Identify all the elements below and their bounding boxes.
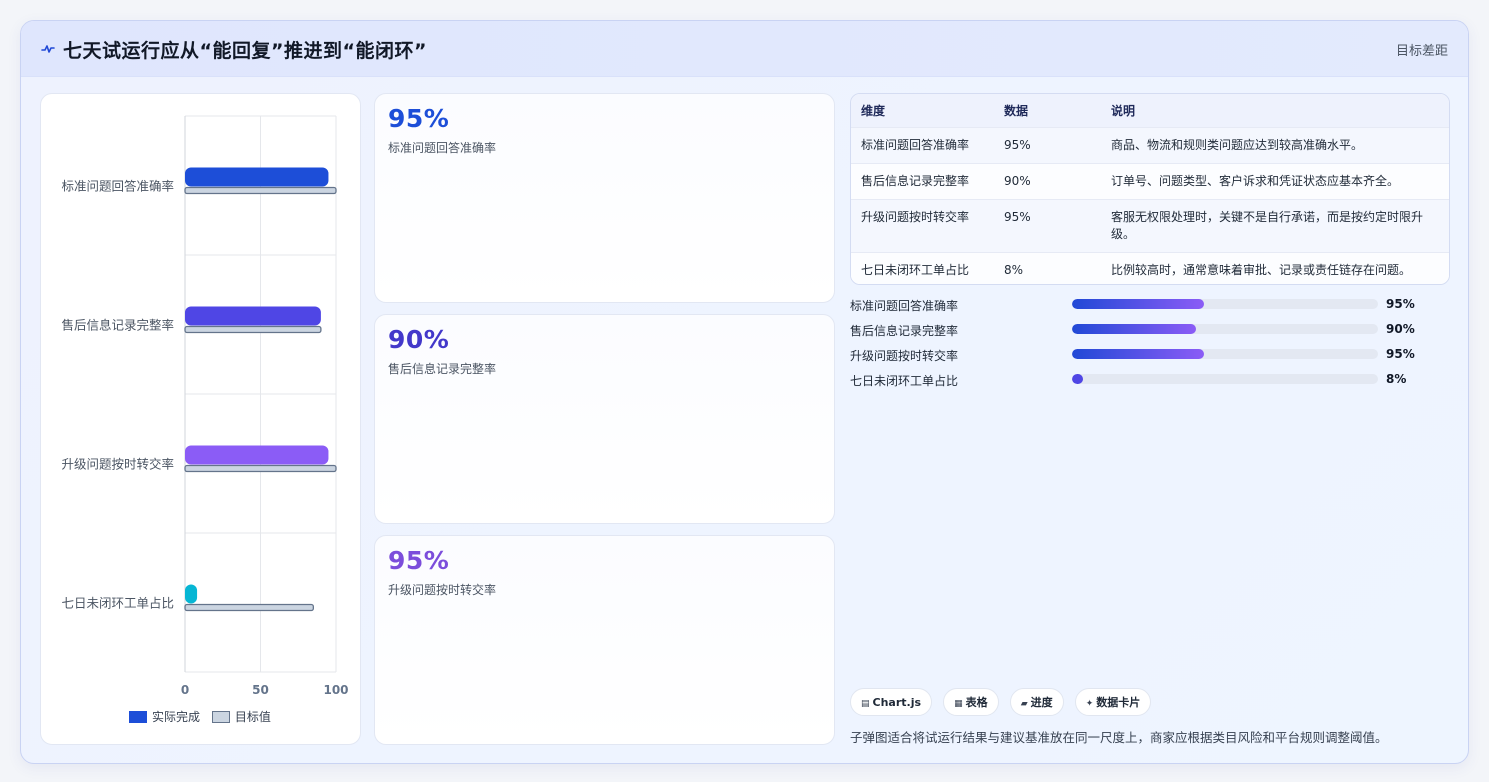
target-bar — [184, 603, 315, 612]
legend-target[interactable]: 目标值 — [211, 708, 271, 725]
tag-list: ▤ Chart.js ▦ 表格 ▰ 进度 ✦ 数据卡片 — [850, 688, 1157, 716]
target-bar — [184, 186, 337, 195]
table-cell: 售后信息记录完整率 — [851, 162, 994, 199]
progress-fill — [1072, 324, 1196, 334]
metric-card-escalation: 95% 升级问题按时转交率 — [374, 535, 835, 745]
progress-value: 90% — [1386, 322, 1415, 336]
metric-card-value: 95% — [388, 104, 450, 133]
y-category-label: 七日未闭环工单占比 — [61, 596, 174, 611]
progress-value: 95% — [1386, 347, 1415, 361]
dashboard-frame: 七天试运行应从“能回复”推进到“能闭环” 目标差距 0 50 100 标准问题回答准确… — [20, 20, 1469, 764]
table-header-description: 说明 — [1111, 103, 1136, 118]
table-header-dimension: 维度 — [861, 103, 886, 118]
target-gap-label: 目标差距 — [1395, 44, 1448, 59]
table-cell: 95% — [994, 126, 1101, 163]
tag-table[interactable]: ▦ 表格 — [943, 688, 999, 716]
tag-chartjs[interactable]: ▤ Chart.js — [850, 688, 933, 716]
table-cell: 比例较高时，通常意味着审批、记录或责任链存在问题。 — [1101, 251, 1449, 284]
table-cell: 订单号、问题类型、客户诉求和凭证状态应基本齐全。 — [1101, 162, 1449, 199]
progress-row: 售后信息记录完整率 90% — [850, 321, 1450, 346]
progress-label: 售后信息记录完整率 — [850, 324, 959, 338]
metric-card-label: 售后信息记录完整率 — [388, 362, 497, 376]
metric-card-completeness: 90% 售后信息记录完整率 — [374, 314, 835, 524]
bullet-chart: 0 50 100 标准问题回答准确率售后信息记录完整率升级问题按时转交率七日未闭环工单… — [61, 115, 349, 697]
table-cell: 95% — [994, 198, 1101, 252]
table-row: 售后信息记录完整率 90% 订单号、问题类型、客户诉求和凭证状态应基本齐全。 — [851, 162, 1449, 199]
table-cell: 七日未闭环工单占比 — [851, 251, 994, 284]
legend-actual[interactable]: 实际完成 — [129, 708, 200, 725]
sparkle-icon: ✦ — [1085, 699, 1094, 709]
chart-legend: 实际完成 目标值 — [129, 708, 279, 724]
table-cell: 商品、物流和规则类问题应达到较高准确水平。 — [1101, 126, 1449, 163]
metric-card-value: 95% — [388, 546, 450, 575]
progress-value: 95% — [1386, 297, 1415, 311]
metric-card-accuracy: 95% 标准问题回答准确率 — [374, 93, 835, 303]
progress-row: 升级问题按时转交率 95% — [850, 346, 1450, 371]
target-bar — [184, 325, 322, 334]
progress-fill — [1072, 374, 1084, 384]
legend-actual-swatch — [129, 711, 147, 723]
chart-icon: ▤ — [861, 699, 870, 709]
progress-label: 七日未闭环工单占比 — [850, 374, 959, 388]
metrics-table: 维度 数据 说明 标准问题回答准确率 95% 商品、物流和规则类问题应达到较高准… — [850, 93, 1450, 285]
progress-row: 七日未闭环工单占比 8% — [850, 371, 1450, 396]
table-cell: 标准问题回答准确率 — [851, 126, 994, 163]
table-cell: 90% — [994, 162, 1101, 199]
progress-row: 标准问题回答准确率 95% — [850, 296, 1450, 321]
progress-track — [1072, 299, 1378, 309]
y-category-label: 升级问题按时转交率 — [61, 457, 174, 472]
pulse-icon — [41, 45, 55, 53]
tag-label: 表格 — [965, 696, 988, 709]
table-cell: 8% — [994, 251, 1101, 284]
table-cell: 升级问题按时转交率 — [851, 198, 994, 252]
actual-bar — [185, 584, 198, 604]
table-icon: ▦ — [954, 699, 963, 709]
y-category-label: 标准问题回答准确率 — [61, 179, 174, 194]
metric-card-value: 90% — [388, 325, 450, 354]
legend-target-label: 目标值 — [234, 710, 271, 724]
tag-progress[interactable]: ▰ 进度 — [1009, 688, 1064, 716]
metric-card-label: 标准问题回答准确率 — [388, 141, 497, 155]
bullet-chart-panel: 0 50 100 标准问题回答准确率 售后信息记录完整率 升级问题按时转交率 七日未闭环工单… — [40, 93, 361, 745]
y-category-label: 售后信息记录完整率 — [61, 318, 174, 333]
progress-track — [1072, 374, 1378, 384]
progress-track — [1072, 349, 1378, 359]
actual-bar — [185, 445, 329, 465]
tag-label: 数据卡片 — [1096, 696, 1141, 709]
target-bar — [184, 464, 337, 473]
tag-label: 进度 — [1030, 696, 1053, 709]
table-row: 标准问题回答准确率 95% 商品、物流和规则类问题应达到较高准确水平。 — [851, 126, 1449, 163]
legend-target-swatch — [211, 711, 230, 723]
progress-label: 标准问题回答准确率 — [850, 299, 959, 313]
progress-icon: ▰ — [1020, 699, 1028, 709]
page-title: 七天试运行应从“能回复”推进到“能闭环” — [63, 40, 427, 62]
progress-fill — [1072, 349, 1204, 359]
progress-fill — [1072, 299, 1204, 309]
progress-label: 升级问题按时转交率 — [850, 349, 959, 363]
progress-list: 标准问题回答准确率 95% 售后信息记录完整率 90% 升级问题按时转交率 95… — [850, 296, 1450, 396]
actual-bar — [185, 306, 321, 326]
table-cell: 客服无权限处理时，关键不是自行承诺，而是按约定时限升级。 — [1101, 198, 1449, 252]
table-header-row: 维度 数据 说明 — [851, 94, 1449, 127]
table-header-data: 数据 — [1004, 103, 1029, 118]
x-tick-label: 50 — [252, 683, 269, 697]
table-row: 升级问题按时转交率 95% 客服无权限处理时，关键不是自行承诺，而是按约定时限升… — [851, 198, 1449, 252]
progress-value: 8% — [1386, 372, 1407, 386]
metric-card-label: 升级问题按时转交率 — [388, 583, 497, 597]
progress-track — [1072, 324, 1378, 334]
header: 七天试运行应从“能回复”推进到“能闭环” 目标差距 — [21, 21, 1468, 77]
tag-data-card[interactable]: ✦ 数据卡片 — [1074, 688, 1152, 716]
x-tick-label: 100 — [323, 683, 348, 697]
x-tick-label: 0 — [181, 683, 189, 697]
actual-bar — [185, 167, 329, 187]
legend-actual-label: 实际完成 — [152, 710, 201, 724]
tag-label: Chart.js — [872, 696, 922, 709]
table-row: 七日未闭环工单占比 8% 比例较高时，通常意味着审批、记录或责任链存在问题。 — [851, 251, 1449, 284]
footnote: 子弹图适合将试运行结果与建议基准放在同一尺度上，商家应根据类目风险和平台规则调整… — [850, 730, 1388, 745]
